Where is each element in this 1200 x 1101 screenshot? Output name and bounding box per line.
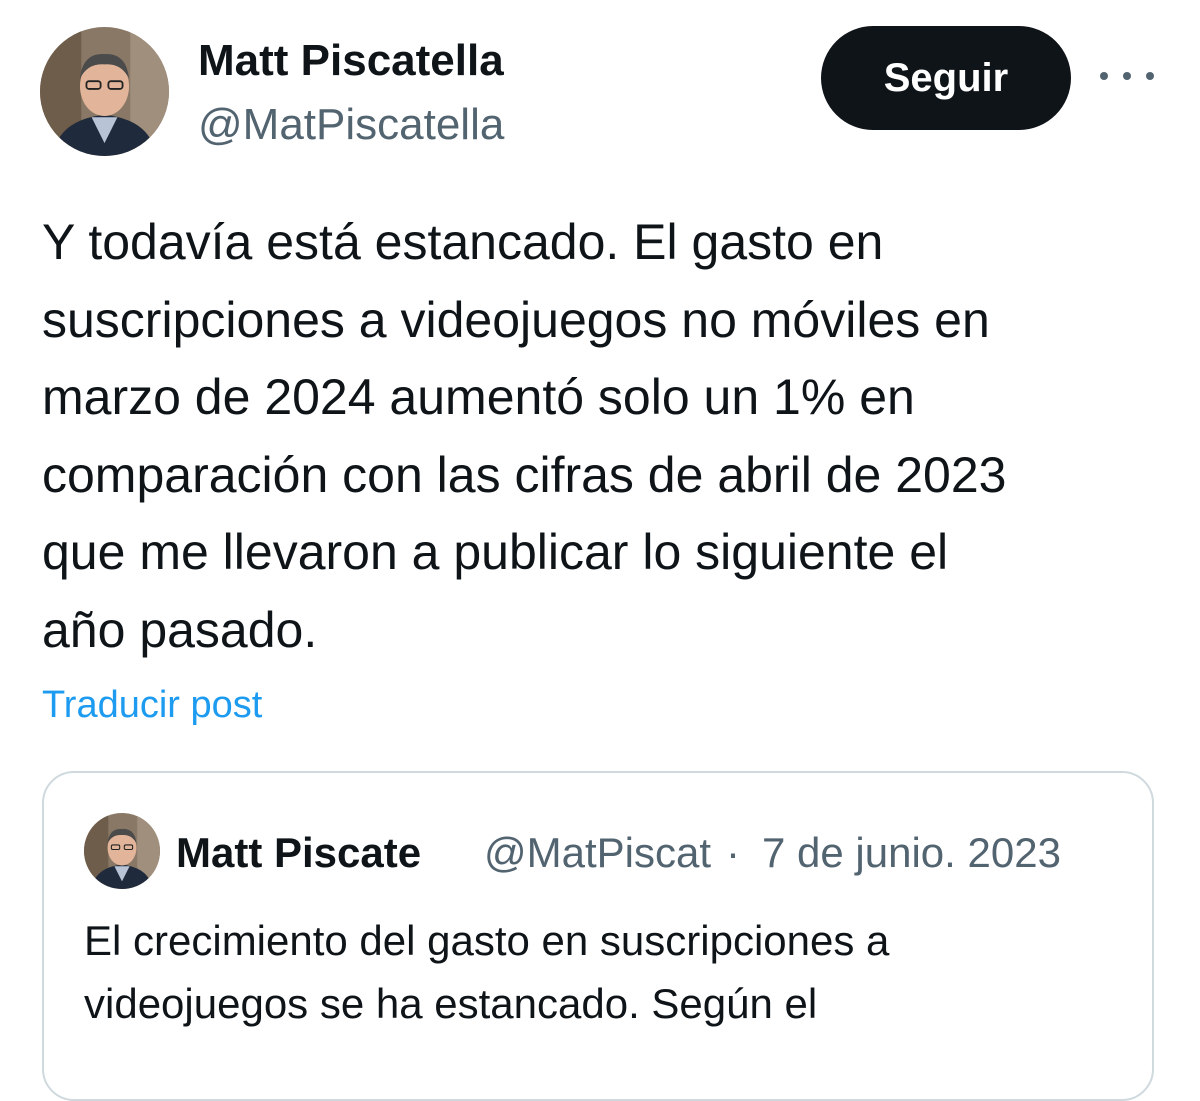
- quoted-author-name: Matt Piscate: [176, 829, 422, 876]
- quoted-separator: ·: [726, 829, 740, 876]
- quoted-text-line: El crecimiento del gasto en suscripcione…: [84, 917, 890, 964]
- more-horizontal-icon[interactable]: [1100, 54, 1154, 98]
- tweet-text: Y todavía está estancado. El gasto en su…: [42, 204, 1172, 669]
- tweet-text-line: marzo de 2024 aumentó solo un 1% en: [42, 369, 915, 425]
- avatar-photo: [84, 813, 160, 889]
- author-handle[interactable]: @MatPiscatella: [198, 100, 504, 150]
- follow-button[interactable]: Seguir: [821, 26, 1071, 130]
- more-dot: [1100, 72, 1108, 80]
- quoted-author-avatar: [84, 813, 160, 889]
- tweet-text-line: que me llevaron a publicar lo siguiente …: [42, 524, 949, 580]
- tweet-text-line: comparación con las cifras de abril de 2…: [42, 446, 1007, 503]
- author-avatar[interactable]: [40, 27, 169, 156]
- author-name[interactable]: Matt Piscatella: [198, 36, 504, 86]
- avatar-photo: [40, 27, 169, 156]
- more-dot: [1123, 72, 1131, 80]
- quoted-author-handle: @MatPiscatella: [484, 829, 712, 876]
- quoted-tweet[interactable]: Matt Piscate @MatPiscatella · 7 de junio…: [42, 771, 1154, 1101]
- quoted-text-line: videojuegos se ha estancado. Según el: [84, 980, 818, 1027]
- tweet-text-line: año pasado.: [42, 601, 318, 658]
- translate-post-link[interactable]: Traducir post: [42, 680, 262, 730]
- quoted-date: 7 de junio. 2023: [762, 829, 1061, 876]
- tweet-text-line: Y todavía está estancado. El gasto en: [42, 214, 884, 270]
- quoted-text: El crecimiento del gasto en suscripcione…: [84, 909, 1114, 1035]
- tweet-text-line: suscripciones a videojuegos no móviles e…: [42, 291, 990, 348]
- more-dot: [1146, 72, 1154, 80]
